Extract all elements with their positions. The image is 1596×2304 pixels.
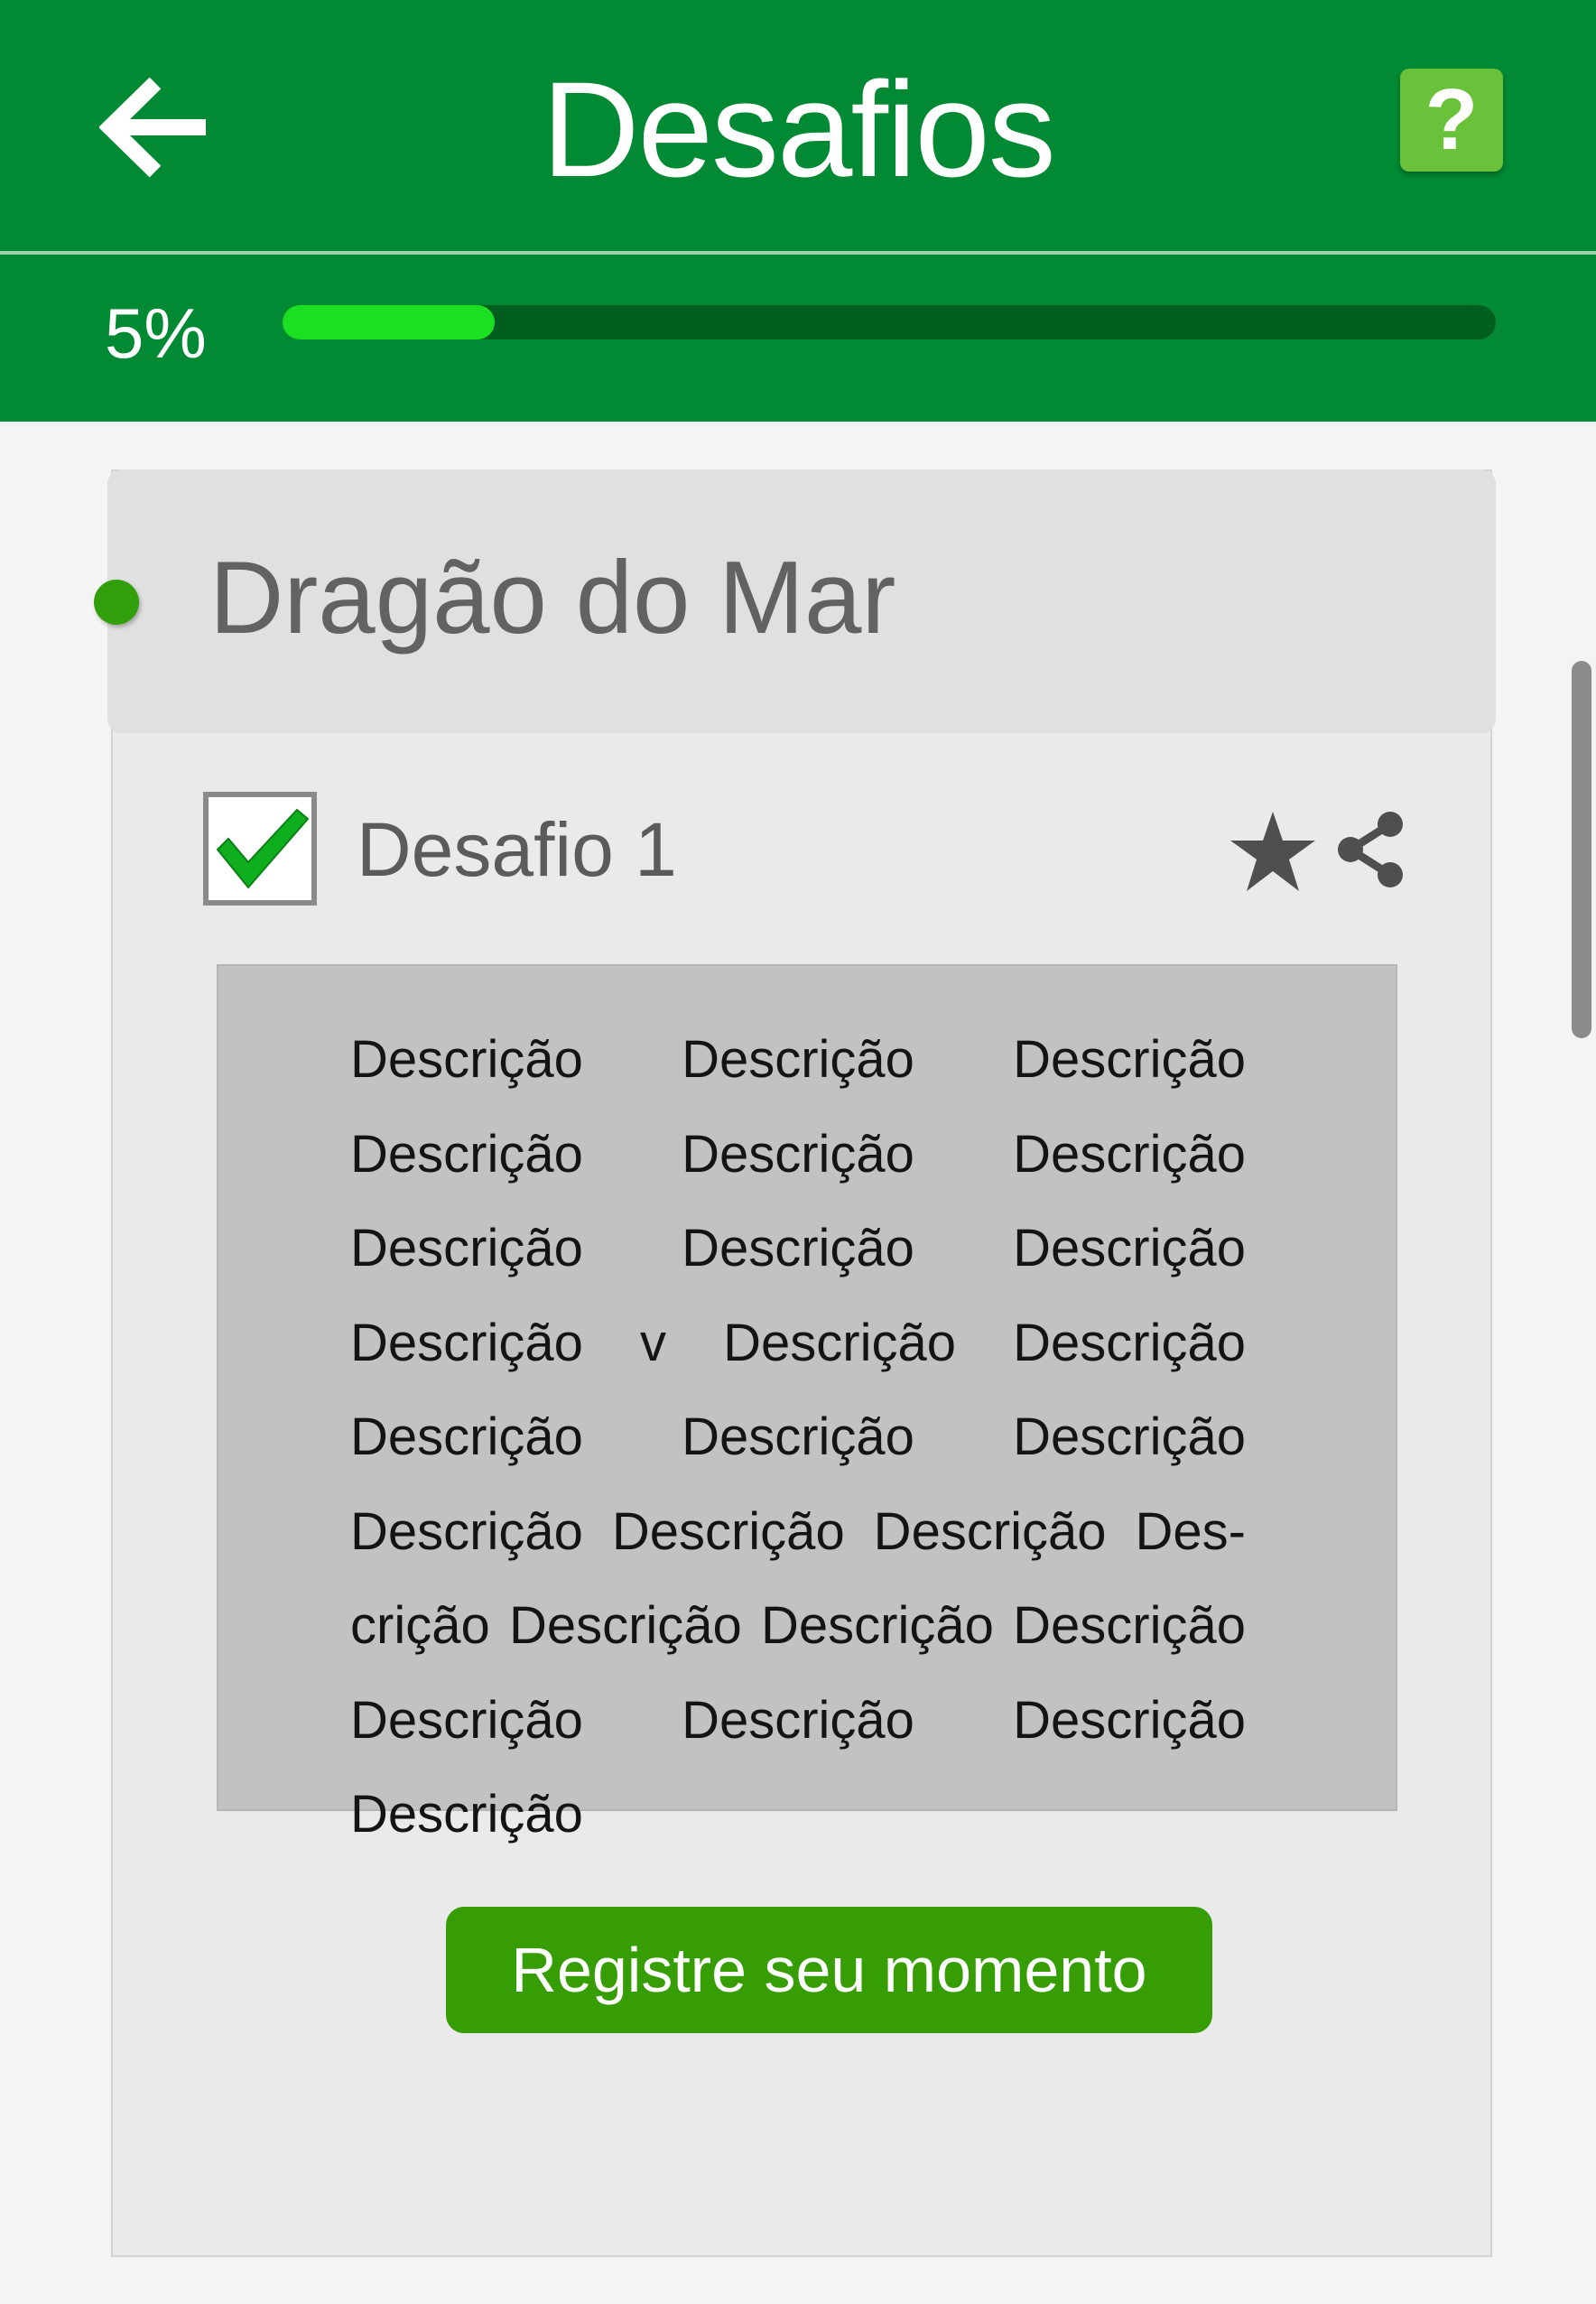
progress-percent-label: 5% — [105, 293, 207, 373]
help-button[interactable]: ? — [1400, 69, 1503, 172]
section-indicator-dot — [94, 580, 139, 625]
register-moment-button[interactable]: Registre seu momento — [446, 1907, 1212, 2033]
register-moment-label: Registre seu momento — [511, 1935, 1147, 2005]
challenge-title: Desafio 1 — [357, 807, 677, 892]
share-icon — [1338, 812, 1403, 887]
page-title: Desafios — [542, 53, 1056, 205]
section-title: Dragão do Mar — [209, 541, 896, 655]
progress-bar — [283, 305, 1496, 339]
checkmark-icon — [216, 808, 310, 889]
share-button[interactable] — [1336, 810, 1405, 889]
star-icon — [1230, 812, 1315, 891]
favorite-button[interactable] — [1229, 810, 1317, 893]
progress-bar-fill — [283, 305, 496, 339]
question-mark-icon: ? — [1424, 71, 1479, 168]
challenge-checkbox[interactable] — [203, 792, 317, 906]
app-header: Desafios ? — [0, 0, 1596, 251]
scrollbar-thumb[interactable] — [1572, 661, 1591, 1038]
progress-section: 5% — [0, 255, 1596, 422]
challenge-description: Descrição Descrição Descrição Descri­ção… — [350, 1030, 1246, 1844]
